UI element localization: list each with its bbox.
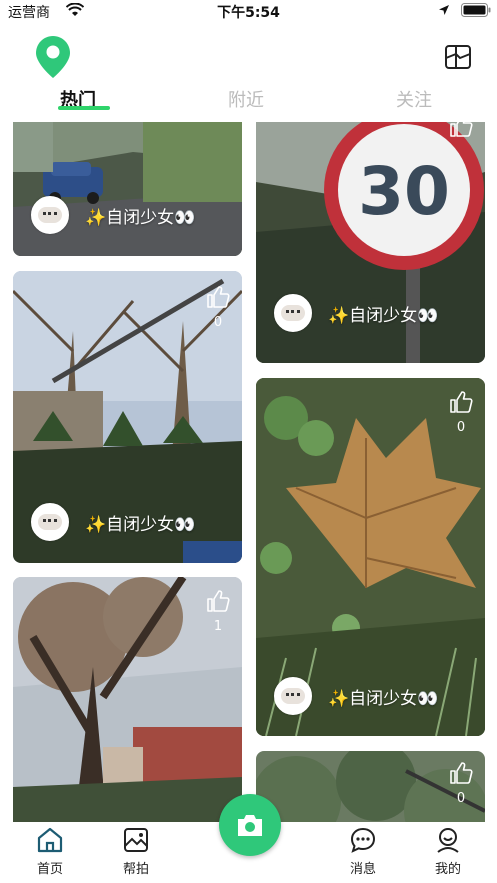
avatar[interactable] [274,677,312,715]
post-author: ✨自闭少女👀 [31,196,195,234]
location-arrow-icon [439,5,449,15]
photo-icon [124,828,148,852]
like-button[interactable]: 0 [448,761,474,806]
photo-street-car [13,122,242,256]
map-pin-logo [36,36,70,78]
like-count: 0 [456,791,466,806]
author-name: ✨自闭少女👀 [328,688,439,709]
feed-tabs: 热门 附近 关注 [0,86,497,118]
author-name: ✨自闭少女👀 [85,514,196,535]
thumbs-up-icon [207,286,230,308]
thumbs-up-icon [450,391,473,413]
thumbs-up-icon [450,122,473,137]
like-count: 0 [456,420,466,435]
author-name: ✨自闭少女👀 [85,207,196,228]
post-author: ✨自闭少女👀 [274,677,438,715]
post-author: ✨自闭少女👀 [274,294,438,332]
status-bar: 运营商 下午5:54 [0,0,497,22]
photo-card[interactable]: 1 [13,577,242,822]
nav-home-label: 首页 [36,862,63,877]
photo-card[interactable]: 0 ✨自闭少女👀 [256,378,485,736]
svg-text:30: 30 [358,153,450,230]
map-icon[interactable] [444,44,472,70]
nav-home[interactable]: 首页 [20,826,80,877]
nav-messages[interactable]: 消息 [333,826,393,877]
like-button[interactable]: 0 [205,285,231,330]
nav-messages-label: 消息 [349,862,376,877]
photo-card[interactable]: 0 ✨自闭少女👀 [13,271,242,563]
nav-mine[interactable]: 我的 [418,826,478,877]
camera-button[interactable] [219,794,281,856]
home-icon [37,827,63,853]
thumbs-up-icon [450,762,473,784]
photo-card[interactable]: 30 ✨自闭少女👀 [256,122,485,363]
photo-card[interactable]: ✨自闭少女👀 [13,122,242,256]
tab-nearby[interactable]: 附近 [228,86,264,112]
avatar[interactable] [31,503,69,541]
avatar[interactable] [31,196,69,234]
like-count: 1 [213,619,223,634]
status-time: 下午5:54 [217,5,280,21]
like-count: 0 [213,315,223,330]
like-button[interactable]: 1 [205,589,231,634]
camera-icon [238,815,262,836]
nav-help-photo[interactable]: 帮拍 [106,826,166,877]
thumbs-up-icon [207,590,230,612]
photo-feed: ✨自闭少女👀 30 ✨自闭少女👀 0 ✨自闭少女👀 0 ✨自闭少女👀 1 0 [0,122,497,822]
post-author: ✨自闭少女👀 [31,503,195,541]
avatar[interactable] [274,294,312,332]
photo-card[interactable]: 0 [256,751,485,822]
profile-icon [437,828,459,853]
active-tab-indicator [58,106,110,110]
author-name: ✨自闭少女👀 [328,305,439,326]
like-button[interactable]: 0 [448,390,474,435]
battery-icon [461,3,491,17]
like-button[interactable] [448,122,474,142]
message-icon [350,827,376,853]
nav-mine-label: 我的 [434,862,461,877]
nav-help-photo-label: 帮拍 [122,862,149,877]
tab-following[interactable]: 关注 [396,86,432,112]
